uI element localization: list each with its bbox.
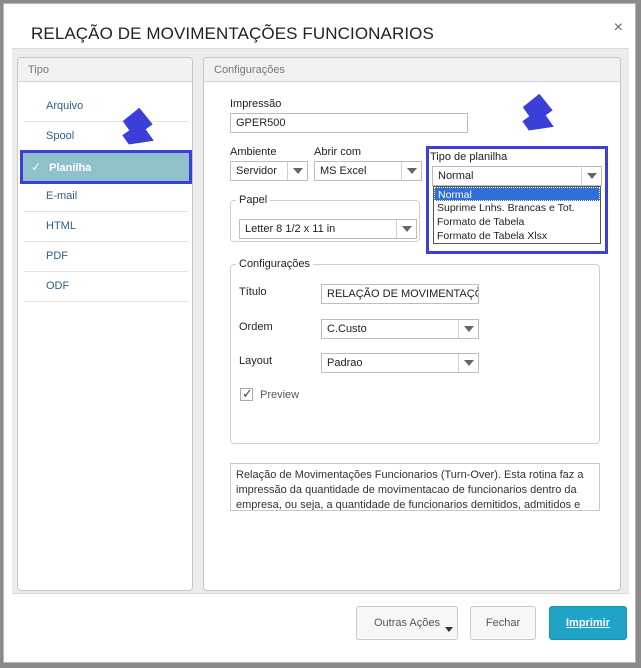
- tipo-planilha-options: Normal Suprime Lnhs. Brancas e Tot. Form…: [433, 186, 601, 244]
- type-panel: Tipo Arquivo Spool ✓ Planilha E-mail HTM…: [17, 57, 193, 591]
- impressao-label: Impressão: [230, 98, 282, 110]
- type-item-arquivo[interactable]: Arquivo: [24, 92, 188, 122]
- papel-value: Letter 8 1/2 x 11 in: [245, 223, 336, 235]
- config-panel: Configurações Impressão GPER500 Ambiente…: [203, 57, 621, 591]
- fechar-button[interactable]: Fechar: [470, 606, 536, 640]
- dialog-title: RELAÇÃO DE MOVIMENTAÇÕES FUNCIONARIOS: [31, 24, 434, 43]
- ordem-select[interactable]: C.Custo: [321, 319, 479, 339]
- layout-label: Layout: [239, 355, 273, 367]
- titulo-label: Título: [239, 286, 267, 298]
- preview-label: Preview: [260, 389, 300, 401]
- abrir-com-label: Abrir com: [314, 146, 362, 158]
- outras-acoes-label: Outras Ações: [373, 617, 441, 629]
- option-normal[interactable]: Normal: [434, 187, 600, 201]
- type-item-label: PDF: [46, 250, 68, 262]
- type-item-label: Arquivo: [46, 100, 84, 112]
- outras-acoes-button[interactable]: Outras Ações: [356, 606, 458, 640]
- print-dialog: RELAÇÃO DE MOVIMENTAÇÕES FUNCIONARIOS × …: [3, 3, 636, 663]
- imprimir-label: Imprimir: [565, 617, 610, 629]
- option-formato-tabela[interactable]: Formato de Tabela: [434, 215, 600, 229]
- dialog-content: Tipo Arquivo Spool ✓ Planilha E-mail HTM…: [12, 48, 629, 594]
- ordem-label: Ordem: [239, 321, 273, 333]
- titulo-input[interactable]: RELAÇÃO DE MOVIMENTAÇÕE: [321, 284, 479, 304]
- impressao-input[interactable]: GPER500: [230, 113, 468, 133]
- abrir-com-value: MS Excel: [320, 165, 367, 177]
- chevron-down-icon: [458, 354, 478, 372]
- chevron-down-icon: [458, 320, 478, 338]
- layout-value: Padrao: [327, 357, 363, 369]
- type-item-html[interactable]: HTML: [24, 212, 188, 242]
- annotation-arrow-icon: [522, 94, 554, 131]
- chevron-down-icon: [287, 162, 307, 180]
- type-item-label: Planilha: [49, 162, 92, 174]
- chevron-down-icon: [581, 167, 601, 185]
- imprimir-button[interactable]: Imprimir: [549, 606, 627, 640]
- fechar-label: Fechar: [485, 617, 521, 629]
- tipo-planilha-label: Tipo de planilha: [430, 151, 508, 163]
- type-item-label: ODF: [46, 280, 70, 292]
- annotation-arrow-icon: [122, 108, 154, 145]
- papel-group: Papel Letter 8 1/2 x 11 in: [230, 194, 420, 242]
- type-list: Arquivo Spool ✓ Planilha E-mail HTML PDF: [20, 92, 192, 302]
- chevron-down-icon: [401, 162, 421, 180]
- configuracoes-legend: Configurações: [239, 258, 310, 270]
- report-description: Relação de Movimentações Funcionarios (T…: [230, 463, 600, 511]
- checkmark-icon: ✓: [31, 160, 42, 174]
- tipo-planilha-select[interactable]: Normal: [432, 166, 602, 186]
- type-item-label: Spool: [46, 130, 75, 142]
- option-formato-tabela-xlsx[interactable]: Formato de Tabela Xlsx: [434, 229, 600, 243]
- ordem-value: C.Custo: [327, 323, 367, 335]
- chevron-down-icon: [396, 220, 416, 238]
- config-panel-header: Configurações: [204, 58, 620, 82]
- caret-down-icon: [445, 627, 453, 632]
- type-item-odf[interactable]: ODF: [24, 272, 188, 302]
- abrir-com-select[interactable]: MS Excel: [314, 161, 422, 181]
- checkmark-icon: ✓: [242, 386, 253, 401]
- type-panel-header: Tipo: [18, 58, 192, 82]
- configuracoes-group: Configurações Título RELAÇÃO DE MOVIMENT…: [230, 258, 600, 444]
- close-icon[interactable]: ×: [614, 20, 623, 36]
- type-item-spool[interactable]: Spool: [24, 122, 188, 152]
- tipo-planilha-highlight: Tipo de planilha Normal Normal Suprime L…: [426, 146, 608, 254]
- type-item-label: HTML: [46, 220, 76, 232]
- preview-checkbox[interactable]: ✓: [240, 386, 253, 401]
- ambiente-value: Servidor: [236, 165, 277, 177]
- type-item-planilha[interactable]: ✓ Planilha: [20, 150, 192, 184]
- type-item-pdf[interactable]: PDF: [24, 242, 188, 272]
- papel-legend: Papel: [239, 194, 268, 206]
- papel-select[interactable]: Letter 8 1/2 x 11 in: [239, 219, 417, 239]
- type-item-email[interactable]: E-mail: [24, 182, 188, 212]
- layout-select[interactable]: Padrao: [321, 353, 479, 373]
- ambiente-select[interactable]: Servidor: [230, 161, 308, 181]
- tipo-planilha-value: Normal: [438, 170, 474, 182]
- ambiente-label: Ambiente: [230, 146, 277, 158]
- option-suprime-linhas[interactable]: Suprime Lnhs. Brancas e Tot.: [434, 201, 600, 215]
- type-item-label: E-mail: [46, 190, 78, 202]
